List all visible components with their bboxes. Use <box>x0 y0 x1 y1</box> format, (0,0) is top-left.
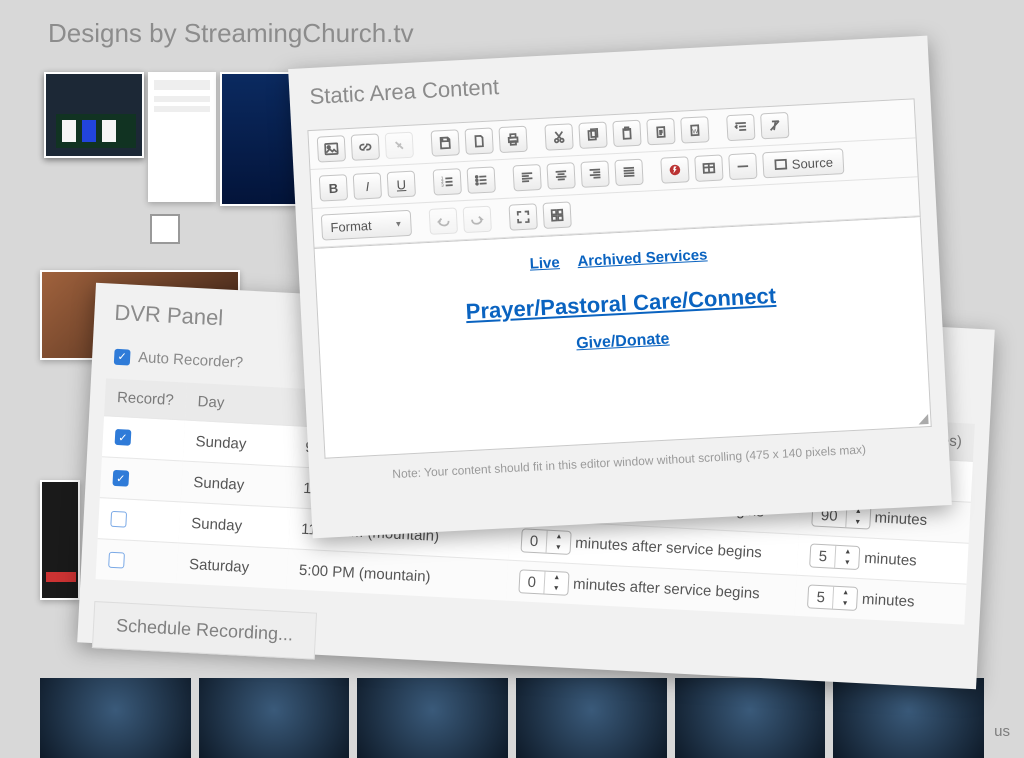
maximize-icon[interactable] <box>509 203 538 230</box>
print-icon[interactable] <box>498 126 527 153</box>
underline-button[interactable]: U <box>387 171 416 198</box>
align-right-icon[interactable] <box>580 160 609 187</box>
paste-text-icon[interactable] <box>646 118 675 145</box>
undo-icon[interactable] <box>429 207 458 234</box>
resize-handle-icon[interactable] <box>918 414 929 425</box>
link-live[interactable]: Live <box>529 254 560 273</box>
auto-recorder-checkbox[interactable]: ✓ <box>114 348 131 365</box>
bullet-list-icon[interactable] <box>467 166 496 193</box>
paste-word-icon[interactable]: W <box>680 116 709 143</box>
image-icon[interactable] <box>317 135 346 162</box>
show-blocks-icon[interactable] <box>542 201 571 228</box>
auto-recorder-label: Auto Recorder? <box>138 349 244 371</box>
record-checkbox[interactable]: ✓ <box>112 470 129 487</box>
svg-text:3: 3 <box>441 182 444 187</box>
design-thumb[interactable] <box>40 480 80 600</box>
numbered-list-icon[interactable]: 123 <box>433 168 462 195</box>
link-icon[interactable] <box>351 133 380 160</box>
cell-day: Sunday <box>180 461 292 508</box>
outdent-icon[interactable] <box>726 114 755 141</box>
format-dropdown[interactable]: Format▼ <box>321 210 412 241</box>
col-record: Record? <box>104 378 187 420</box>
italic-button[interactable]: I <box>353 172 382 199</box>
remove-format-icon[interactable] <box>760 112 789 139</box>
table-icon[interactable] <box>694 154 723 181</box>
align-center-icon[interactable] <box>546 162 575 189</box>
design-thumb[interactable] <box>220 72 300 206</box>
link-archived[interactable]: Archived Services <box>577 246 708 270</box>
svg-text:W: W <box>692 128 698 135</box>
cell-end: 5▲▼ minutes <box>795 575 967 624</box>
source-button[interactable]: Source <box>762 148 844 178</box>
align-left-icon[interactable] <box>512 164 541 191</box>
copy-icon[interactable] <box>578 121 607 148</box>
bold-button[interactable]: B <box>319 174 348 201</box>
save-icon[interactable] <box>431 129 460 156</box>
cell-day: Sunday <box>183 420 295 467</box>
cell-day: Sunday <box>178 502 290 549</box>
flash-icon[interactable] <box>660 156 689 183</box>
redo-icon[interactable] <box>463 206 492 233</box>
new-page-icon[interactable] <box>465 127 494 154</box>
design-thumb[interactable] <box>44 72 144 158</box>
cell-day: Saturday <box>176 543 288 589</box>
background-strip <box>0 678 1024 758</box>
hr-icon[interactable] <box>728 153 757 180</box>
start-stepper[interactable]: 0▲▼ <box>518 569 570 596</box>
paste-icon[interactable] <box>612 120 641 147</box>
end-stepper[interactable]: 5▲▼ <box>807 584 859 611</box>
editor-content[interactable]: Live Archived Services Prayer/Pastoral C… <box>314 217 932 459</box>
start-stepper[interactable]: 0▲▼ <box>520 528 572 555</box>
record-checkbox[interactable] <box>110 511 127 528</box>
page-title: Designs by StreamingChurch.tv <box>48 18 414 49</box>
align-justify-icon[interactable] <box>614 159 643 186</box>
static-area-editor: Static Area Content W B I U 123 <box>288 36 952 539</box>
cut-icon[interactable] <box>544 123 573 150</box>
selection-marker <box>150 214 180 244</box>
record-checkbox[interactable]: ✓ <box>115 429 132 446</box>
col-day: Day <box>185 383 297 426</box>
design-thumb[interactable] <box>148 72 216 202</box>
schedule-recording-button[interactable]: Schedule Recording... <box>92 601 317 660</box>
record-checkbox[interactable] <box>108 552 125 569</box>
end-stepper[interactable]: 5▲▼ <box>809 543 861 570</box>
unlink-icon[interactable] <box>385 132 414 159</box>
